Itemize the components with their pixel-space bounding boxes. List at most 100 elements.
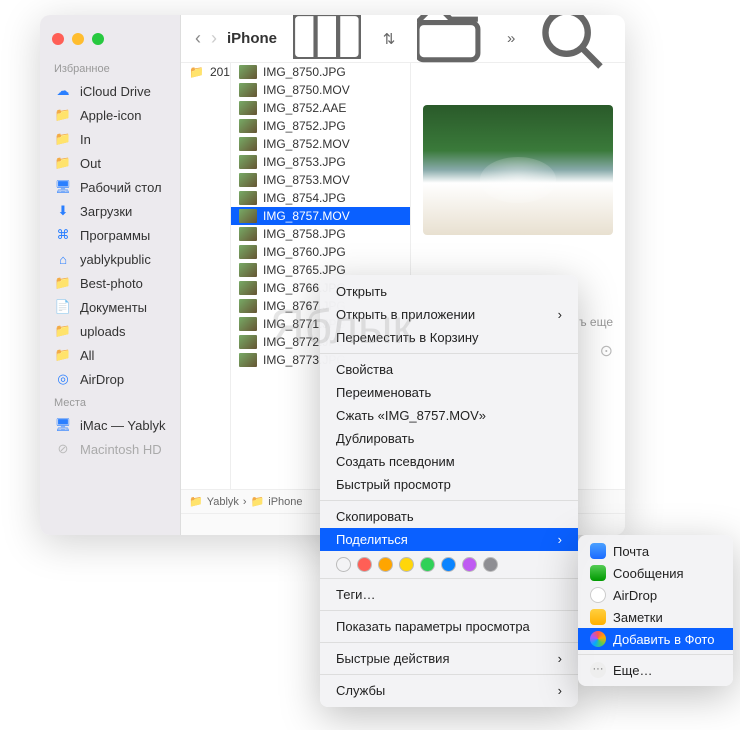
submenu-item-label: Добавить в Фото xyxy=(613,632,714,647)
sidebar-item[interactable]: ⌘ Программы xyxy=(40,223,180,247)
sidebar-item[interactable]: ◎ AirDrop xyxy=(40,367,180,391)
menu-item[interactable]: Переименовать xyxy=(320,381,578,404)
submenu-item[interactable]: ··· Еще… xyxy=(578,659,733,681)
file-row[interactable]: IMG_8753.JPG xyxy=(231,153,410,171)
menu-item[interactable]: Открыть xyxy=(320,280,578,303)
chevron-right-icon: › xyxy=(558,307,562,322)
sidebar-item[interactable]: 📁 uploads xyxy=(40,319,180,343)
submenu-item-label: Сообщения xyxy=(613,566,684,581)
sidebar-item[interactable]: ⬇︎ Загрузки xyxy=(40,199,180,223)
menu-item-label: Открыть xyxy=(336,284,387,299)
menu-item[interactable]: Службы › xyxy=(320,679,578,702)
sidebar-item[interactable]: 📁 Best-photo xyxy=(40,271,180,295)
sort-icon[interactable]: ⇅ xyxy=(377,28,402,50)
file-row[interactable]: IMG_8752.AAE xyxy=(231,99,410,117)
path-segment[interactable]: Yablyk xyxy=(207,496,239,508)
menu-item[interactable]: Открыть в приложении › xyxy=(320,303,578,326)
menu-item[interactable]: Показать параметры просмотра xyxy=(320,615,578,638)
file-row[interactable]: IMG_8752.MOV xyxy=(231,135,410,153)
menu-item[interactable]: Свойства xyxy=(320,358,578,381)
file-name: IMG_8752.JPG xyxy=(263,119,346,133)
sidebar-item[interactable]: 📁 In xyxy=(40,127,180,151)
tag-color[interactable] xyxy=(399,557,414,572)
column-1: 📁2019 xyxy=(181,63,231,489)
file-thumb-icon xyxy=(239,173,257,187)
toolbar: ‹ › iPhone ⇅ » xyxy=(181,15,625,63)
ad-icon xyxy=(590,587,606,603)
chevron-right-icon: › xyxy=(558,683,562,698)
tag-color[interactable] xyxy=(483,557,498,572)
sidebar-item[interactable]: 📁 Out xyxy=(40,151,180,175)
file-row[interactable]: IMG_8754.JPG xyxy=(231,189,410,207)
group-icon[interactable] xyxy=(411,15,491,70)
menu-item[interactable]: Быстрый просмотр xyxy=(320,473,578,496)
file-thumb-icon xyxy=(239,155,257,169)
file-row[interactable]: IMG_8750.MOV xyxy=(231,81,410,99)
folder-label: 2019 xyxy=(210,65,231,79)
sidebar-item[interactable]: ⊘ Macintosh HD xyxy=(40,437,180,461)
desktop-icon: 🖥 xyxy=(54,178,72,196)
back-button[interactable]: ‹ xyxy=(195,28,201,49)
sidebar-item-label: iMac — Yablyk xyxy=(80,418,166,433)
folder-icon: 📁 xyxy=(54,154,72,172)
sidebar-item[interactable]: ⌂ yablykpublic xyxy=(40,247,180,271)
tag-color[interactable] xyxy=(336,557,351,572)
sidebar-item[interactable]: 🖥 iMac — Yablyk xyxy=(40,413,180,437)
file-row[interactable]: IMG_8758.JPG xyxy=(231,225,410,243)
tag-color[interactable] xyxy=(462,557,477,572)
tag-color[interactable] xyxy=(378,557,393,572)
folder-icon: 📁 xyxy=(189,495,203,508)
menu-item[interactable]: Поделиться › xyxy=(320,528,578,551)
submenu-item[interactable]: Заметки xyxy=(578,606,733,628)
house-icon: ⌂ xyxy=(54,250,72,268)
menu-item[interactable]: Создать псевдоним xyxy=(320,450,578,473)
menu-item[interactable]: Сжать «IMG_8757.MOV» xyxy=(320,404,578,427)
folder-row[interactable]: 📁2019 xyxy=(181,63,230,81)
folder-icon: 📁 xyxy=(54,130,72,148)
submenu-item[interactable]: AirDrop xyxy=(578,584,733,606)
submenu-item[interactable]: Добавить в Фото xyxy=(578,628,733,650)
close-button[interactable] xyxy=(52,33,64,45)
share-submenu: Почта Сообщения AirDrop Заметки Добавить… xyxy=(578,535,733,686)
menu-item-label: Дублировать xyxy=(336,431,414,446)
more-icon[interactable]: » xyxy=(501,28,521,49)
sidebar-item[interactable]: ☁︎ iCloud Drive xyxy=(40,79,180,103)
menu-item-label: Создать псевдоним xyxy=(336,454,455,469)
download-icon: ⬇︎ xyxy=(54,202,72,220)
menu-item[interactable]: Дублировать xyxy=(320,427,578,450)
menu-item-label: Открыть в приложении xyxy=(336,307,475,322)
mail-icon xyxy=(590,543,606,559)
menu-item[interactable]: Быстрые действия › xyxy=(320,647,578,670)
file-thumb-icon xyxy=(239,317,257,331)
file-row[interactable]: IMG_8750.JPG xyxy=(231,63,410,81)
menu-item[interactable]: Переместить в Корзину xyxy=(320,326,578,349)
submenu-item-label: Еще… xyxy=(613,663,652,678)
sidebar-item[interactable]: 📄 Документы xyxy=(40,295,180,319)
minimize-button[interactable] xyxy=(72,33,84,45)
view-columns-icon[interactable] xyxy=(287,15,367,65)
tag-color[interactable] xyxy=(441,557,456,572)
sidebar-item[interactable]: 🖥 Рабочий стол xyxy=(40,175,180,199)
sidebar-item-label: Macintosh HD xyxy=(80,442,162,457)
sidebar-item-label: uploads xyxy=(80,324,126,339)
menu-separator xyxy=(320,642,578,643)
sidebar-item-label: iCloud Drive xyxy=(80,84,151,99)
sidebar-item[interactable]: 📁 All xyxy=(40,343,180,367)
file-row[interactable]: IMG_8760.JPG xyxy=(231,243,410,261)
submenu-item[interactable]: Почта xyxy=(578,540,733,562)
menu-item[interactable]: Теги… xyxy=(320,583,578,606)
tag-row xyxy=(320,551,578,574)
tag-color[interactable] xyxy=(420,557,435,572)
zoom-button[interactable] xyxy=(92,33,104,45)
path-segment[interactable]: iPhone xyxy=(268,496,302,508)
sidebar-item[interactable]: 📁 Apple-icon xyxy=(40,103,180,127)
tag-color[interactable] xyxy=(357,557,372,572)
context-menu: Открыть Открыть в приложении › Перемести… xyxy=(320,275,578,707)
file-row[interactable]: IMG_8752.JPG xyxy=(231,117,410,135)
file-row[interactable]: IMG_8753.MOV xyxy=(231,171,410,189)
submenu-item[interactable]: Сообщения xyxy=(578,562,733,584)
menu-item[interactable]: Скопировать xyxy=(320,505,578,528)
forward-button[interactable]: › xyxy=(211,28,217,49)
file-row[interactable]: IMG_8757.MOV xyxy=(231,207,410,225)
submenu-item-label: Заметки xyxy=(613,610,663,625)
